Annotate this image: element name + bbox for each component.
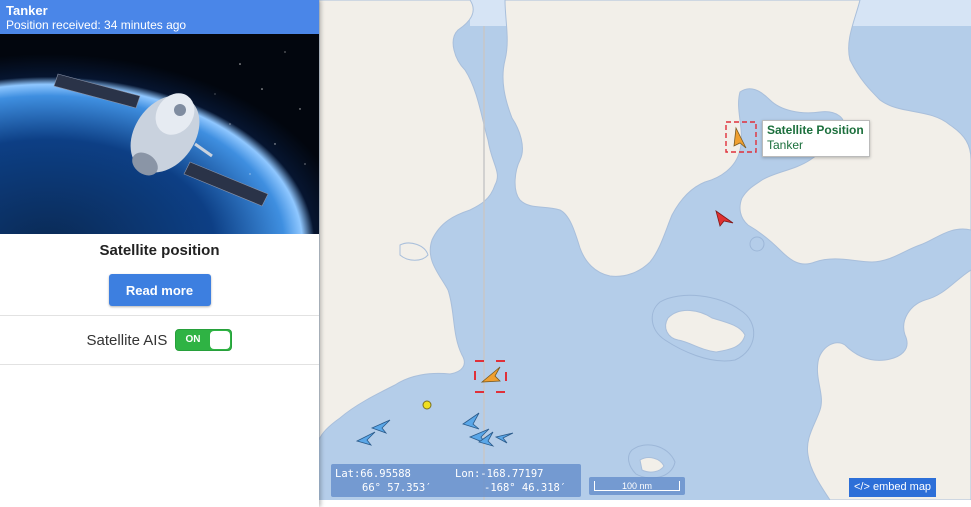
vessel-name: Tanker	[6, 3, 48, 18]
land-alaska-south	[806, 269, 971, 500]
vessel-dot-icon[interactable]	[422, 400, 432, 410]
vessel-red-arrow-icon[interactable]	[715, 210, 734, 227]
toggle-knob	[210, 331, 231, 349]
popup-subtitle: Tanker	[767, 138, 804, 152]
land-chukotka	[318, 0, 498, 441]
scale-label: 100 nm	[621, 481, 653, 491]
longitude-decimal: Lon:-168.77197	[455, 468, 544, 480]
scale-bar: 100 nm	[589, 477, 685, 495]
popup-title: Satellite Position	[767, 123, 864, 137]
divider	[0, 364, 319, 365]
satellite-ais-row: Satellite AIS ON	[0, 316, 319, 364]
shoal-ring	[749, 236, 765, 252]
satellite-ais-toggle[interactable]: ON	[175, 329, 233, 351]
land-small-island	[639, 457, 665, 473]
vessel-arrow-icon[interactable]	[494, 432, 514, 444]
satellite-photo-art	[0, 34, 319, 234]
coordinate-readout: Lat:66.95588 66° 57.353′ Lon:-168.77197 …	[331, 464, 581, 497]
longitude-dms: -168° 46.318′	[484, 482, 567, 494]
read-more-button[interactable]: Read more	[108, 274, 211, 306]
land-island-center	[665, 310, 746, 353]
satellite-photo	[0, 34, 319, 234]
latitude-dms: 66° 57.353′	[362, 482, 432, 494]
vessel-arrow-icon[interactable]	[370, 419, 391, 434]
vessel-arrow-icon[interactable]	[355, 431, 376, 446]
panel-header: Tanker Position received: 34 minutes ago	[0, 0, 319, 34]
vessel-arrow-icon[interactable]	[462, 412, 480, 430]
satellite-ais-label: Satellite AIS	[86, 331, 168, 349]
vessel-info-panel: Tanker Position received: 34 minutes ago	[0, 0, 319, 507]
toggle-state-label: ON	[185, 334, 201, 345]
vessel-popup[interactable]: Satellite Position Tanker	[762, 120, 870, 157]
latitude-decimal: Lat:66.95588	[335, 468, 411, 480]
embed-map-button[interactable]: </> embed map	[849, 478, 937, 497]
position-received: Position received: 34 minutes ago	[6, 18, 187, 32]
panel-title: Satellite position	[99, 242, 220, 259]
app-root: Satellite Position Tanker Lat:66.95588 6…	[0, 0, 971, 507]
